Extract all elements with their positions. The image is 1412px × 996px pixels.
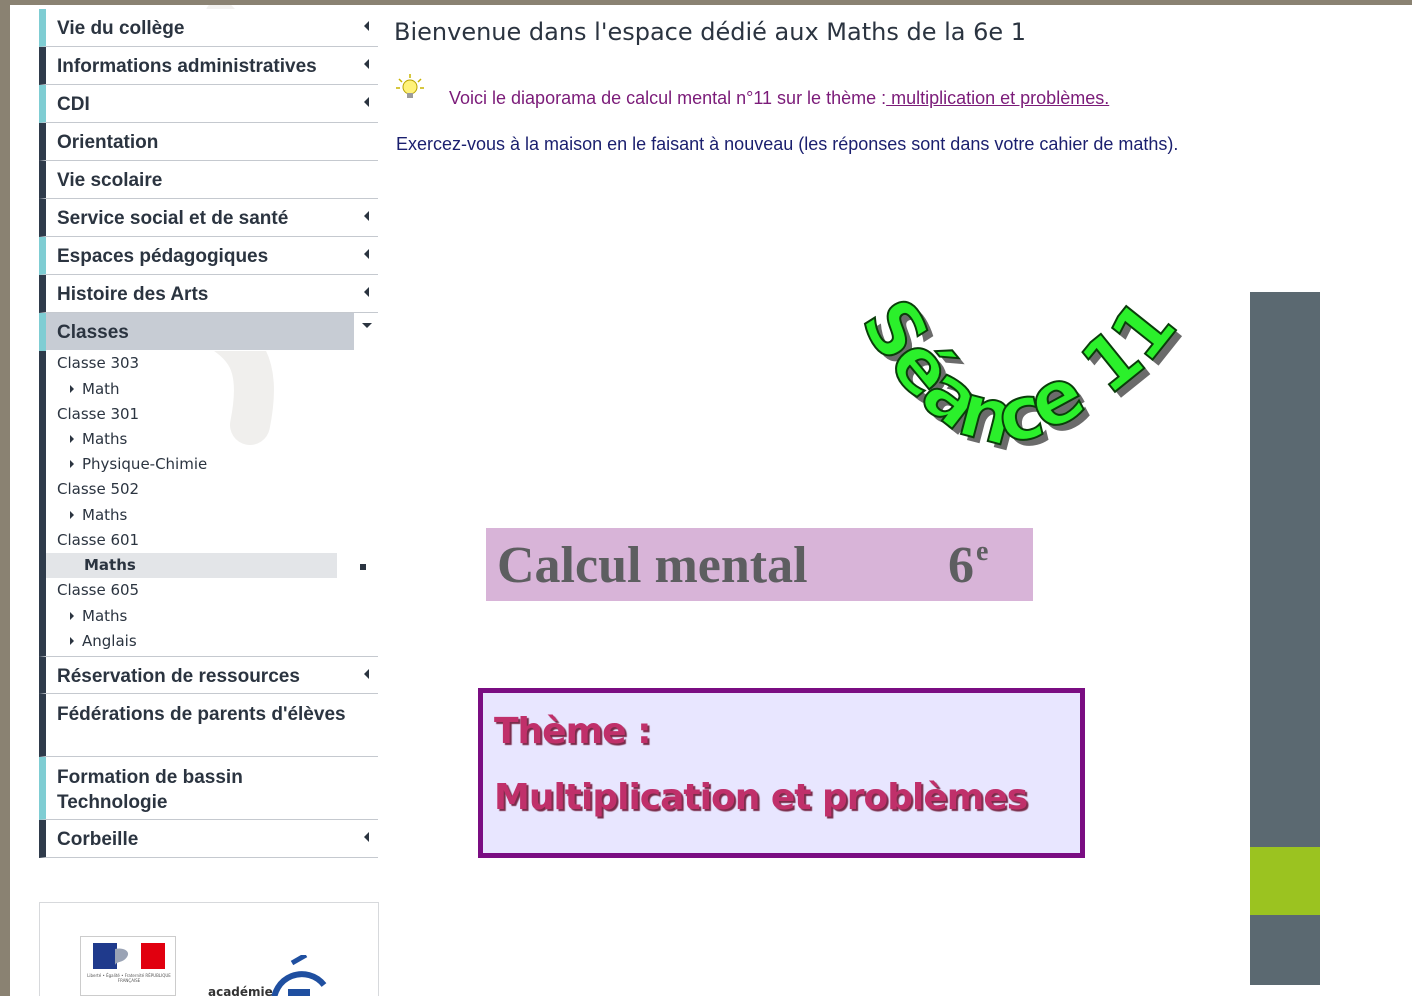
caret-right-icon [70, 384, 74, 393]
menu-item-cdi[interactable]: CDI [39, 85, 378, 123]
submenu-item[interactable]: Maths [46, 503, 378, 528]
chevron-left-icon [364, 59, 369, 69]
menu-item-formation-bassin[interactable]: Formation de bassin Technologie [39, 756, 378, 820]
seance-wordart: Séance 11 Séance 11 [843, 283, 1200, 468]
chevron-left-icon [364, 831, 369, 842]
menu-item-vie-scolaire[interactable]: Vie scolaire [39, 161, 378, 199]
class-heading[interactable]: Classe 605 [46, 578, 378, 604]
academie-label: académie [208, 985, 273, 996]
calcul-mental-banner: Calcul mental 6e [486, 528, 1033, 601]
rf-motto: Liberté • Égalité • Fraternité RÉPUBLIQU… [87, 973, 171, 983]
caret-right-icon [70, 435, 74, 444]
exercise-instructions: Exercez-vous à la maison en le faisant à… [396, 134, 1179, 154]
menu-item-label: Corbeille [57, 828, 139, 850]
submenu-item-label: Math [82, 379, 120, 398]
intro-text: Voici le diaporama de calcul mental n°11… [449, 88, 1109, 109]
submenu-item-label: Maths [82, 505, 128, 524]
menu-item-label: Vie du collège [57, 18, 185, 39]
submenu-item[interactable]: Maths [46, 604, 378, 629]
menu-item-vie-du-college[interactable]: Vie du collège [39, 9, 378, 47]
menu-item-informations-administratives[interactable]: Informations administratives [39, 47, 378, 85]
class-level-number: 6 [948, 537, 974, 594]
menu-item-label: Informations administratives [57, 56, 317, 77]
menu-item-label: Réservation de ressources [57, 665, 300, 687]
partner-logos-box: Liberté • Égalité • Fraternité RÉPUBLIQU… [39, 902, 379, 996]
republique-francaise-logo[interactable]: Liberté • Égalité • Fraternité RÉPUBLIQU… [80, 936, 176, 996]
menu-item-label: Orientation [57, 132, 159, 153]
menu-item-label: Fédérations de parents d'élèves [57, 703, 346, 725]
menu-item-label: Service social et de santé [57, 208, 289, 229]
class-heading[interactable]: Classe 601 [46, 528, 378, 554]
seance-text: Séance 11 [843, 283, 1195, 463]
class-heading[interactable]: Classe 301 [46, 402, 378, 428]
menu-item-label: Espaces pédagogiques [57, 246, 269, 267]
page-left-border [0, 0, 10, 996]
caret-right-icon [70, 460, 74, 469]
academie-logo-icon[interactable] [266, 955, 330, 996]
menu-item-label: Vie scolaire [57, 170, 163, 191]
class-heading[interactable]: Classe 303 [46, 351, 378, 377]
submenu-item-label: Maths [82, 430, 128, 449]
menu-item-federations[interactable]: Fédérations de parents d'élèves [39, 693, 378, 757]
menu-item-label: Formation de bassin Technologie [57, 766, 243, 813]
svg-text:Séance 11: Séance 11 [844, 284, 1192, 462]
submenu-item-label: Anglais [82, 631, 137, 650]
caret-right-icon [70, 636, 74, 645]
class-level: 6e [948, 536, 988, 595]
chevron-left-icon [364, 211, 369, 221]
theme-box: Thème : Multiplication et problèmes [478, 688, 1085, 858]
menu-item-histoire-des-arts[interactable]: Histoire des Arts [39, 275, 378, 313]
marianne-flag-icon [93, 943, 165, 969]
menu-item-label: Classes [57, 322, 129, 343]
classes-submenu: Classe 303 Math Classe 301 Maths Physiqu… [39, 351, 378, 656]
menu-item-corbeille[interactable]: Corbeille [39, 819, 378, 858]
submenu-item-selected[interactable]: Maths [46, 553, 366, 579]
intro-text-label: Voici le diaporama de calcul mental n°11… [449, 88, 887, 108]
submenu-item-label: Maths [82, 606, 128, 625]
menu-item-orientation[interactable]: Orientation [39, 123, 378, 161]
theme-label: Thème : [494, 711, 651, 752]
class-heading[interactable]: Classe 502 [46, 477, 378, 503]
caret-right-icon [70, 510, 74, 519]
sidebar-menu: Vie du collège Informations administrati… [39, 9, 378, 858]
menu-item-label: CDI [57, 94, 90, 115]
chevron-left-icon [364, 97, 369, 107]
class-level-suffix: e [976, 536, 989, 567]
chevron-left-icon [364, 287, 369, 297]
menu-item-classes[interactable]: Classes [39, 313, 378, 351]
chevron-left-icon [364, 249, 369, 259]
submenu-item-label: Physique-Chimie [82, 455, 208, 474]
calcul-mental-title: Calcul mental [497, 537, 808, 594]
chevron-down-icon [362, 323, 372, 328]
menu-item-label: Histoire des Arts [57, 284, 209, 305]
page-title: Bienvenue dans l'espace dédié aux Maths … [394, 18, 1027, 46]
decorative-green-block [1250, 847, 1320, 915]
caret-right-icon [70, 611, 74, 620]
lightbulb-icon [396, 74, 424, 98]
chevron-left-icon [364, 668, 369, 679]
submenu-item[interactable]: Math [46, 377, 378, 402]
submenu-item[interactable]: Physique-Chimie [46, 452, 378, 477]
submenu-item[interactable]: Anglais [46, 629, 378, 654]
menu-item-reservation[interactable]: Réservation de ressources [39, 655, 378, 694]
theme-value: Multiplication et problèmes [494, 777, 1028, 818]
current-indicator-icon [360, 564, 366, 571]
menu-item-espaces-pedagogiques[interactable]: Espaces pédagogiques [39, 237, 378, 275]
menu-item-service-social[interactable]: Service social et de santé [39, 199, 378, 237]
diaporama-link[interactable]: multiplication et problèmes. [886, 88, 1109, 108]
submenu-item[interactable]: Maths [46, 427, 378, 452]
chevron-left-icon [364, 21, 369, 31]
submenu-item-label: Maths [84, 556, 136, 575]
